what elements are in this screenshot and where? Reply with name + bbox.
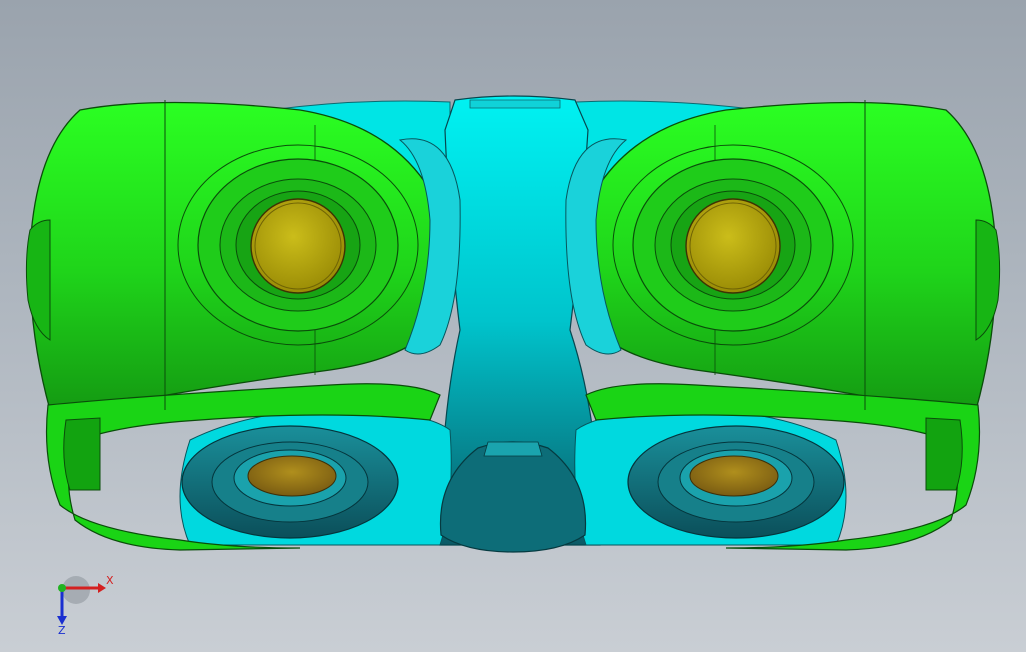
graphics-viewport[interactable]: X Z xyxy=(0,0,1026,652)
lower-left-pin[interactable] xyxy=(247,455,337,497)
triad-shadow xyxy=(62,576,90,604)
z-axis-label: Z xyxy=(58,624,66,636)
universal-joint-model[interactable] xyxy=(0,0,1026,652)
upper-right-pin[interactable] xyxy=(685,198,781,294)
x-axis-label: X xyxy=(106,574,114,587)
x-axis-arrowhead xyxy=(98,583,106,593)
upper-left-pin[interactable] xyxy=(250,198,346,294)
y-axis-dot xyxy=(58,584,66,592)
lower-right-pin[interactable] xyxy=(689,455,779,497)
coordinate-triad: X Z xyxy=(57,574,114,636)
